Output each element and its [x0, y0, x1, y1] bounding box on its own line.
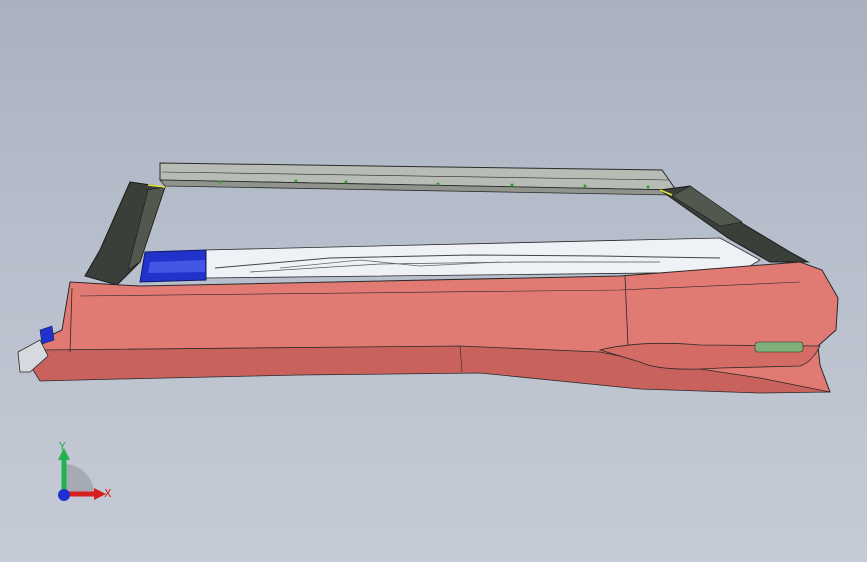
- graphics-viewport[interactable]: Y X: [0, 0, 867, 562]
- y-axis-label: Y: [58, 440, 66, 453]
- model-assembly[interactable]: [0, 0, 867, 562]
- z-axis-dot: [58, 489, 70, 501]
- x-axis-label: X: [104, 487, 112, 500]
- axis-triad: Y X: [58, 440, 112, 501]
- clip-detail[interactable]: [754, 341, 804, 353]
